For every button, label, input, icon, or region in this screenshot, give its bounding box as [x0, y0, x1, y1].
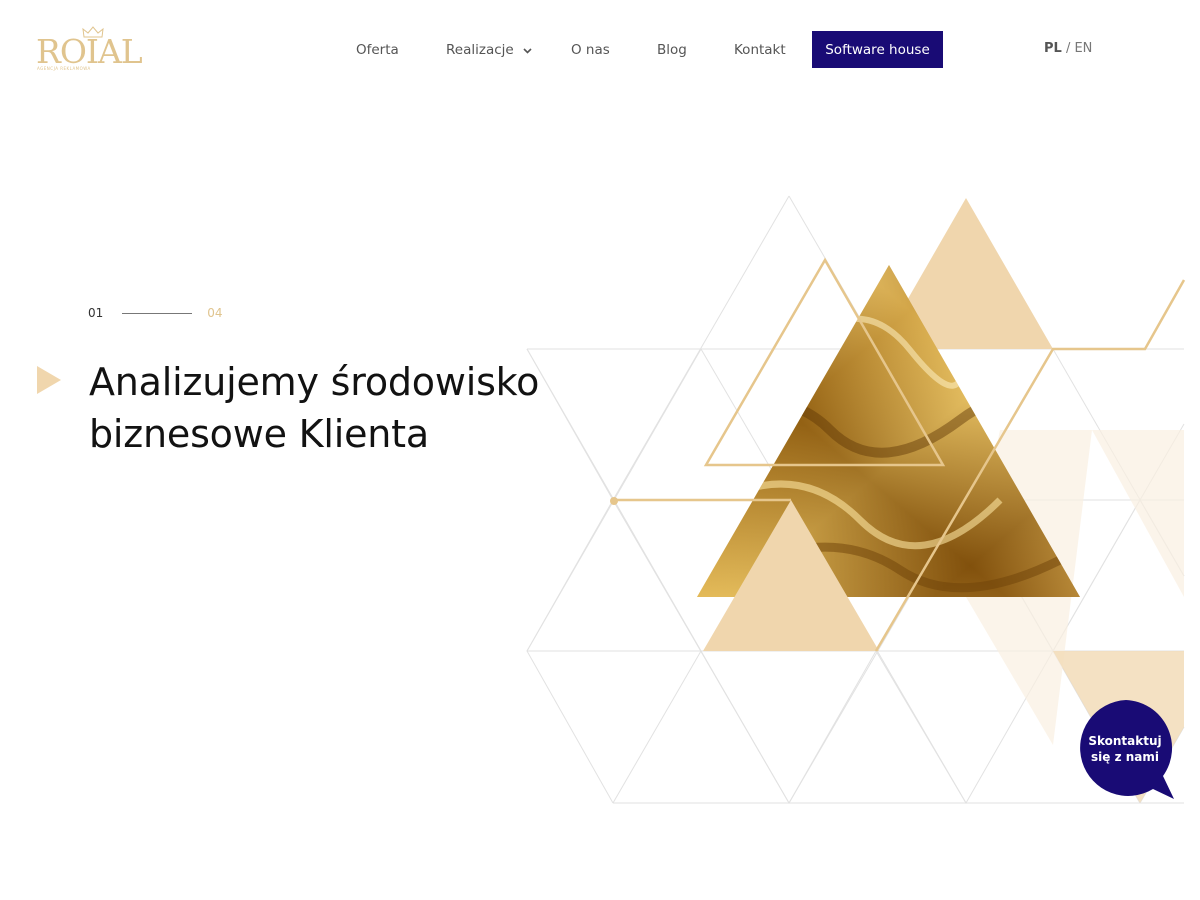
lang-en-link[interactable]: EN: [1074, 41, 1092, 56]
nav-item-realizacje-label: Realizacje: [446, 41, 514, 58]
software-house-button[interactable]: Software house: [812, 31, 943, 68]
beige-triangle-bottom: [703, 500, 879, 651]
nav-item-kontakt[interactable]: Kontakt: [734, 42, 786, 58]
slide-total: 04: [207, 306, 223, 320]
hero-headline: Analizujemy środowisko biznesowe Klienta: [89, 356, 539, 460]
hero-headline-line2: biznesowe Klienta: [89, 412, 429, 456]
logo-wordmark: ROIAL: [36, 32, 143, 71]
beige-triangle-top: [879, 198, 1053, 349]
lang-separator: /: [1061, 41, 1075, 56]
logo[interactable]: ROIAL AGENCJA REKLAMOWA: [36, 26, 146, 74]
chat-label: Skontaktuj się z nami: [1077, 733, 1173, 765]
gold-texture-triangle: [697, 265, 1080, 597]
slide-current: 01: [88, 306, 104, 320]
nav-item-realizacje[interactable]: Realizacje: [446, 42, 532, 58]
nav-item-blog[interactable]: Blog: [657, 42, 687, 58]
nav-item-o-nas[interactable]: O nas: [571, 42, 610, 58]
slide-progress-line: [122, 312, 193, 314]
play-triangle-icon[interactable]: [37, 366, 61, 394]
chevron-down-icon: [523, 47, 532, 54]
nav-item-oferta[interactable]: Oferta: [356, 42, 399, 58]
slide-counter: 01 04: [88, 306, 223, 320]
chat-label-line2: się z nami: [1091, 750, 1159, 764]
faint-triangle-right: [966, 430, 1184, 745]
gold-dot: [610, 497, 618, 505]
hero-headline-line1: Analizujemy środowisko: [89, 360, 540, 404]
lang-pl-link[interactable]: PL: [1044, 41, 1062, 56]
contact-chat-button[interactable]: Skontaktuj się z nami: [1077, 700, 1175, 799]
chat-label-line1: Skontaktuj: [1088, 734, 1162, 748]
language-switcher: PL / EN: [1044, 41, 1092, 56]
gold-outlines: [613, 257, 1186, 652]
logo-tagline: AGENCJA REKLAMOWA: [37, 66, 91, 71]
